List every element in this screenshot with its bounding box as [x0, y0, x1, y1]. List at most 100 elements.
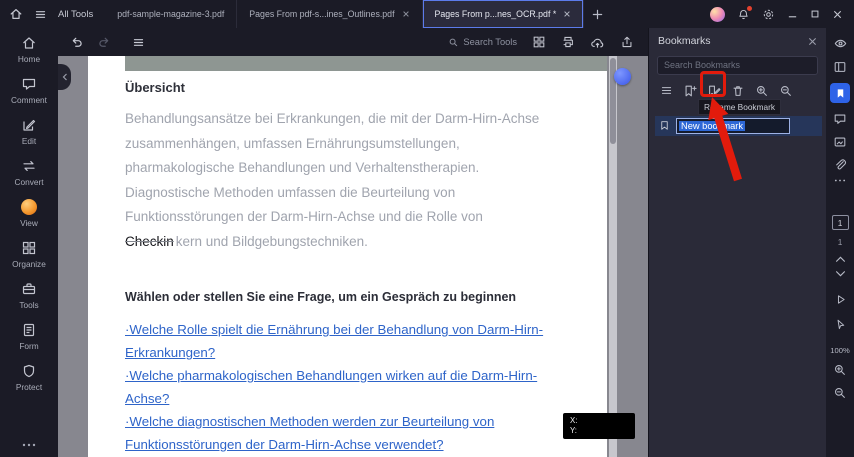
prompt-link-continuation[interactable]: Funktionsstörungen der Darm-Hirn-Achse v… — [125, 433, 543, 456]
sidebar-item-protect[interactable]: Protect — [0, 363, 58, 392]
titlebar: All Tools pdf-sample-magazine-3.pdf Page… — [0, 0, 854, 28]
prompt-link[interactable]: ·Welche pharmakologischen Behandlungen w… — [125, 364, 543, 387]
attachments-tab-icon[interactable] — [833, 158, 847, 172]
sidebar-item-label: Comment — [11, 95, 47, 105]
paragraph-line: pharmakologische Behandlungen und Verhal… — [125, 160, 480, 175]
maximize-button[interactable] — [810, 9, 820, 19]
apps-grid-icon[interactable] — [532, 35, 546, 49]
current-page-input[interactable]: 1 — [831, 215, 849, 230]
all-tools-label[interactable]: All Tools — [58, 9, 93, 20]
zoom-level-label[interactable]: 100% — [830, 346, 849, 355]
select-cursor-icon[interactable] — [834, 318, 847, 331]
tab-2[interactable]: Pages From pdf-s...ines_Outlines.pdf — [237, 0, 423, 28]
sidebar-item-label: Organize — [12, 259, 46, 269]
sidebar-item-label: View — [20, 218, 38, 228]
panels-icon[interactable] — [833, 60, 847, 74]
paragraph-line: Funktionsstörungen der Darm-Hirn-Achse u… — [125, 209, 483, 224]
bookmark-search-input[interactable] — [657, 55, 818, 75]
new-tab-button[interactable] — [584, 0, 610, 28]
close-window-button[interactable] — [832, 9, 843, 20]
home-icon — [21, 35, 37, 51]
prompt-link[interactable]: ·Welche diagnostischen Methoden werden z… — [125, 410, 543, 433]
collapse-panel-handle[interactable] — [58, 64, 71, 90]
share-icon[interactable] — [620, 35, 634, 49]
toolbar-menu-icon[interactable] — [132, 36, 145, 49]
sidebar-item-organize[interactable]: Organize — [0, 240, 58, 269]
expand-zoom-in-icon[interactable] — [753, 82, 771, 100]
vertical-scrollbar[interactable] — [609, 56, 617, 457]
prompt-link[interactable]: ·Welche Rolle spielt die Ernährung bei d… — [125, 318, 543, 341]
tab-1[interactable]: pdf-sample-magazine-3.pdf — [105, 0, 238, 28]
redo-icon[interactable] — [97, 35, 111, 49]
right-sidebar: 1 1 100% — [826, 28, 854, 457]
question-heading: Wählen oder stellen Sie eine Frage, um e… — [125, 290, 517, 304]
sidebar-item-label: Home — [17, 54, 41, 64]
red-highlight-box — [700, 71, 726, 97]
home-icon[interactable] — [9, 7, 23, 21]
bookmark-list-item[interactable]: New bookmark — [655, 115, 822, 136]
form-document-icon — [21, 322, 37, 338]
prompt-link-continuation[interactable]: Achse? — [125, 387, 543, 410]
presentation-play-icon[interactable] — [834, 293, 847, 306]
thumbnails-tab-icon[interactable] — [833, 135, 847, 149]
zoom-out-icon[interactable] — [833, 386, 847, 400]
close-tab-icon[interactable] — [563, 10, 571, 18]
delete-bookmark-icon[interactable] — [729, 82, 747, 100]
total-pages-label: 1 — [837, 237, 843, 247]
printer-icon[interactable] — [561, 35, 575, 49]
bookmarks-tab-active[interactable] — [830, 83, 850, 103]
search-icon — [448, 37, 459, 48]
sidebar-item-home[interactable]: Home — [0, 35, 58, 64]
paragraph-line: Checkin kern und Bildgebungstechniken. — [125, 230, 539, 255]
sidebar-item-label: Form — [19, 341, 39, 351]
coordinate-x-label: X: — [570, 416, 578, 425]
close-tab-icon[interactable] — [402, 10, 410, 18]
quick-toolbar: Search Tools — [58, 28, 648, 56]
edited-text-overlay[interactable]: Checkin — [125, 234, 174, 249]
sidebar-item-view[interactable]: View — [0, 199, 58, 228]
page-image-fragment — [125, 56, 607, 71]
add-bookmark-icon[interactable] — [681, 82, 699, 100]
tools-briefcase-icon — [21, 281, 37, 297]
coordinate-y-label: Y: — [570, 426, 577, 435]
paragraph-line: Diagnostische Methoden umfassen die Beur… — [125, 184, 456, 200]
sidebar-item-tools[interactable]: Tools — [0, 281, 58, 310]
document-viewport: Übersicht Behandlungsansätze bei Erkrank… — [58, 56, 648, 457]
tab-1-label: pdf-sample-magazine-3.pdf — [117, 9, 225, 19]
minimize-button[interactable] — [787, 9, 798, 20]
search-tools-label: Search Tools — [463, 37, 517, 47]
comment-icon — [21, 76, 37, 92]
sidebar-item-convert[interactable]: Convert — [0, 158, 58, 187]
settings-gear-icon[interactable] — [762, 8, 775, 21]
next-page-chevron-icon[interactable] — [835, 270, 846, 277]
bookmarks-panel: Bookmarks Search Bookmarks New bookmark — [648, 28, 826, 457]
prompt-link-continuation[interactable]: Erkrankungen? — [125, 341, 543, 364]
bookmark-rename-field[interactable]: New bookmark — [676, 117, 790, 134]
notifications-bell-icon[interactable] — [737, 5, 752, 21]
search-tools[interactable]: Search Tools — [448, 37, 517, 48]
sidebar-item-comment[interactable]: Comment — [0, 76, 58, 105]
cloud-upload-icon[interactable] — [590, 35, 605, 50]
rename-bookmark-tooltip: Rename Bookmark — [698, 99, 782, 115]
tab-3-label: Pages From p...nes_OCR.pdf * — [434, 9, 557, 19]
previous-page-chevron-icon[interactable] — [835, 256, 846, 263]
user-avatar[interactable] — [710, 6, 725, 22]
sidebar-item-edit[interactable]: Edit — [0, 117, 58, 146]
close-panel-icon[interactable] — [808, 37, 817, 46]
main-menu-icon[interactable] — [34, 8, 47, 21]
view-mode-icon — [21, 199, 37, 215]
undo-icon[interactable] — [70, 35, 84, 49]
tab-2-label: Pages From pdf-s...ines_Outlines.pdf — [249, 9, 395, 19]
collapse-zoom-out-icon[interactable] — [777, 82, 795, 100]
sidebar-item-form[interactable]: Form — [0, 322, 58, 351]
coordinate-tooltip: X: Y: — [563, 413, 635, 439]
organize-grid-icon — [21, 240, 37, 256]
comments-tab-icon[interactable] — [833, 112, 847, 126]
sidebar-more-icon[interactable] — [22, 442, 36, 448]
read-mode-eye-icon[interactable] — [833, 36, 848, 51]
zoom-in-icon[interactable] — [833, 363, 847, 377]
bookmark-menu-icon[interactable] — [657, 82, 675, 100]
more-panels-icon[interactable] — [834, 178, 846, 183]
ai-assistant-button[interactable] — [614, 68, 631, 85]
tab-3-active[interactable]: Pages From p...nes_OCR.pdf * — [422, 0, 585, 28]
